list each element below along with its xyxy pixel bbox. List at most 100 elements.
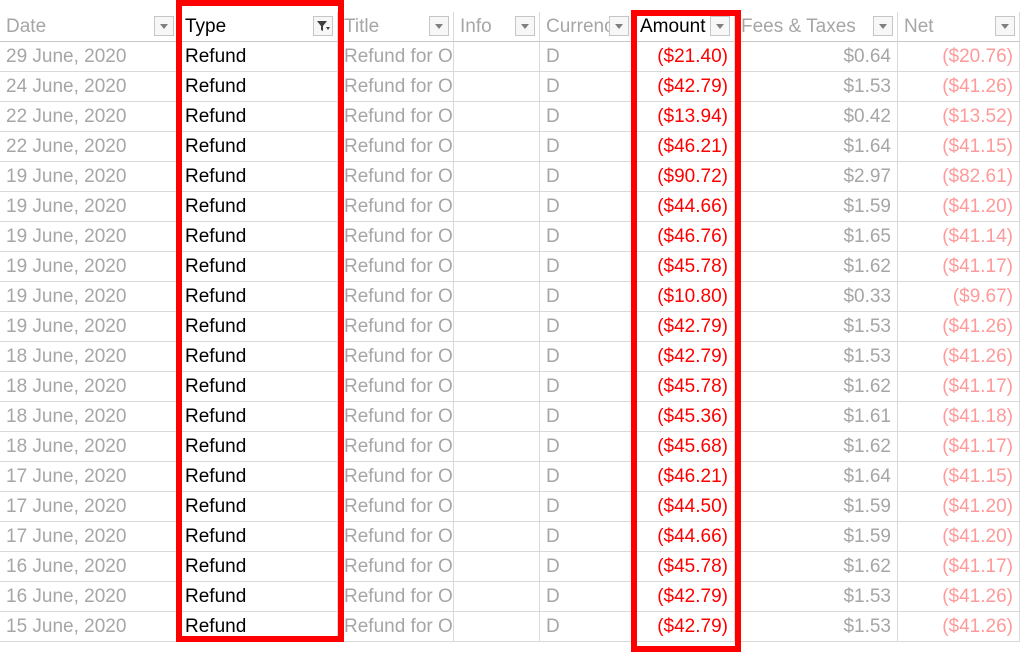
table-row[interactable]: 22 June, 2020RefundRefund for Order 1645… [0,102,1024,132]
info-cell[interactable] [454,162,540,192]
net-cell[interactable]: ($41.20) [898,492,1020,522]
info-cell[interactable] [454,522,540,552]
info-cell[interactable] [454,342,540,372]
column-header-net[interactable]: Net [898,12,1020,42]
info-cell[interactable] [454,492,540,522]
type-cell[interactable]: Refund [179,342,338,372]
column-header-fees[interactable]: Fees & Taxes [735,12,898,42]
fees-cell[interactable]: $1.62 [735,372,898,402]
currency-cell[interactable]: D [540,282,634,312]
title-cell[interactable]: Refund for Order 1675 [338,162,454,192]
currency-cell[interactable]: D [540,252,634,282]
title-cell[interactable]: Refund for Order 1675 [338,312,454,342]
table-row[interactable]: 19 June, 2020RefundRefund for Order 1676… [0,282,1024,312]
net-cell[interactable]: ($41.26) [898,342,1020,372]
title-cell[interactable]: Refund for Order 1645 [338,102,454,132]
table-row[interactable]: 18 June, 2020RefundRefund for Order 1674… [0,432,1024,462]
amount-cell[interactable]: ($90.72) [634,162,735,192]
net-cell[interactable]: ($9.67) [898,282,1020,312]
info-cell[interactable] [454,72,540,102]
net-cell[interactable]: ($82.61) [898,162,1020,192]
filter-dropdown-fees[interactable] [873,16,893,36]
currency-cell[interactable]: D [540,522,634,552]
currency-cell[interactable]: D [540,432,634,462]
net-cell[interactable]: ($41.17) [898,552,1020,582]
filter-dropdown-info[interactable] [515,16,535,36]
fees-cell[interactable]: $1.65 [735,222,898,252]
type-cell[interactable]: Refund [179,252,338,282]
fees-cell[interactable]: $2.97 [735,162,898,192]
net-cell[interactable]: ($41.26) [898,582,1020,612]
date-cell[interactable]: 16 June, 2020 [0,582,179,612]
type-cell[interactable]: Refund [179,162,338,192]
table-row[interactable]: 18 June, 2020RefundRefund for Order 1685… [0,402,1024,432]
title-cell[interactable]: Refund for Order 1686 [338,252,454,282]
title-cell[interactable]: Refund for Order 1674 [338,582,454,612]
info-cell[interactable] [454,372,540,402]
title-cell[interactable]: Refund for Order 1683 [338,462,454,492]
amount-cell[interactable]: ($42.79) [634,312,735,342]
currency-cell[interactable]: D [540,462,634,492]
currency-cell[interactable]: D [540,492,634,522]
currency-cell[interactable]: D [540,312,634,342]
title-cell[interactable]: Refund for Order 1679 [338,72,454,102]
type-cell[interactable]: Refund [179,552,338,582]
net-cell[interactable]: ($41.14) [898,222,1020,252]
date-cell[interactable]: 19 June, 2020 [0,252,179,282]
info-cell[interactable] [454,552,540,582]
net-cell[interactable]: ($41.17) [898,252,1020,282]
title-cell[interactable]: Refund for Order 1685 [338,402,454,432]
date-cell[interactable]: 17 June, 2020 [0,492,179,522]
type-cell[interactable]: Refund [179,192,338,222]
currency-cell[interactable]: D [540,162,634,192]
amount-cell[interactable]: ($21.40) [634,42,735,72]
amount-cell[interactable]: ($44.50) [634,492,735,522]
info-cell[interactable] [454,282,540,312]
type-cell[interactable]: Refund [179,222,338,252]
amount-cell[interactable]: ($46.76) [634,222,735,252]
currency-cell[interactable]: D [540,72,634,102]
net-cell[interactable]: ($41.26) [898,312,1020,342]
amount-cell[interactable]: ($45.78) [634,252,735,282]
fees-cell[interactable]: $1.62 [735,252,898,282]
type-cell[interactable]: Refund [179,282,338,312]
info-cell[interactable] [454,312,540,342]
title-cell[interactable]: Refund for Order 1676 [338,372,454,402]
title-cell[interactable]: Refund for Order 1676 [338,282,454,312]
type-cell[interactable]: Refund [179,312,338,342]
amount-cell[interactable]: ($42.79) [634,582,735,612]
fees-cell[interactable]: $1.62 [735,432,898,462]
filter-dropdown-title[interactable] [429,16,449,36]
fees-cell[interactable]: $1.59 [735,192,898,222]
date-cell[interactable]: 19 June, 2020 [0,222,179,252]
date-cell[interactable]: 22 June, 2020 [0,132,179,162]
date-cell[interactable]: 19 June, 2020 [0,192,179,222]
net-cell[interactable]: ($20.76) [898,42,1020,72]
amount-cell[interactable]: ($45.36) [634,402,735,432]
type-cell[interactable]: Refund [179,42,338,72]
amount-cell[interactable]: ($42.79) [634,342,735,372]
fees-cell[interactable]: $1.53 [735,582,898,612]
fees-cell[interactable]: $1.53 [735,342,898,372]
title-cell[interactable]: Refund for Order 1684 [338,342,454,372]
table-row[interactable]: 19 June, 2020RefundRefund for Order 1675… [0,312,1024,342]
type-cell[interactable]: Refund [179,612,338,642]
title-cell[interactable]: Refund for Order 1674 [338,432,454,462]
fees-cell[interactable]: $1.62 [735,552,898,582]
date-cell[interactable]: 29 June, 2020 [0,42,179,72]
type-cell[interactable]: Refund [179,102,338,132]
table-row[interactable]: 19 June, 2020RefundRefund for Order 1682… [0,222,1024,252]
fees-cell[interactable]: $0.33 [735,282,898,312]
net-cell[interactable]: ($41.26) [898,72,1020,102]
date-cell[interactable]: 16 June, 2020 [0,552,179,582]
title-cell[interactable]: Refund for Order 1674 [338,552,454,582]
column-header-date[interactable]: Date [0,12,179,42]
fees-cell[interactable]: $1.64 [735,132,898,162]
filter-dropdown-currency[interactable] [609,16,629,36]
date-cell[interactable]: 18 June, 2020 [0,402,179,432]
currency-cell[interactable]: D [540,582,634,612]
currency-cell[interactable]: D [540,192,634,222]
fees-cell[interactable]: $1.53 [735,312,898,342]
net-cell[interactable]: ($41.20) [898,192,1020,222]
info-cell[interactable] [454,582,540,612]
